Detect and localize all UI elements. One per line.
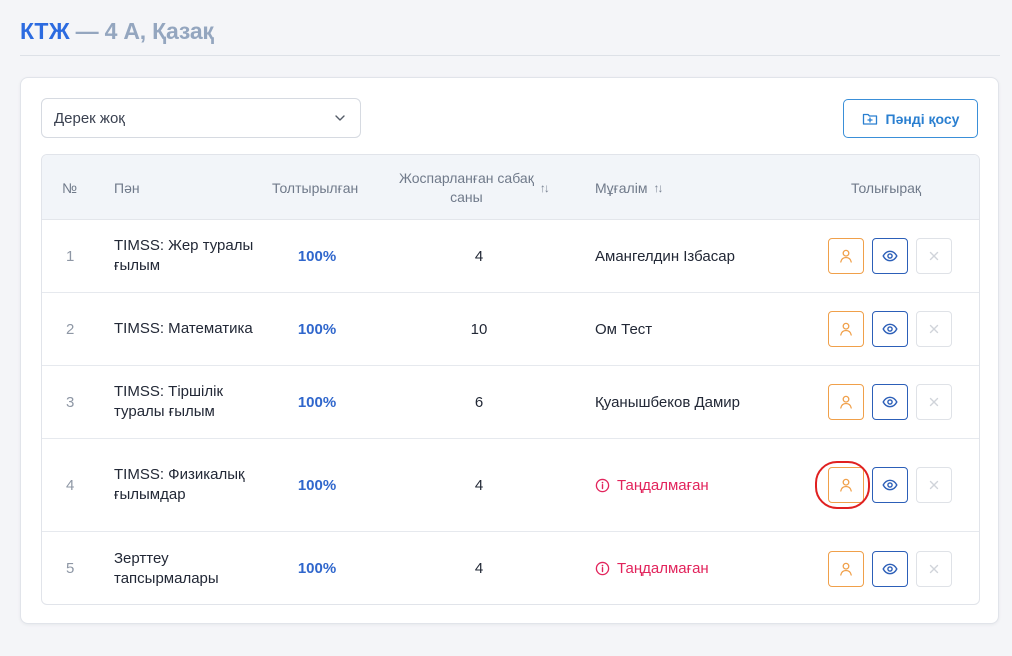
table-header: № Пән Толтырылған Жоспарланған сабақ сан…	[42, 155, 979, 220]
header-teacher[interactable]: Мұғалім ↑↓	[595, 155, 663, 220]
planned-count: 4	[474, 560, 484, 577]
view-button[interactable]	[872, 550, 908, 587]
row-actions	[828, 366, 952, 438]
user-icon	[840, 322, 852, 336]
delete-button[interactable]	[916, 238, 952, 274]
close-icon	[929, 251, 939, 261]
add-subject-button[interactable]: Пәнді қосу	[843, 99, 978, 138]
row-actions	[828, 220, 952, 292]
row-number: 2	[66, 320, 75, 338]
chevron-down-icon	[335, 115, 345, 121]
header-teacher-label: Мұғалім	[595, 179, 648, 196]
subject-name: TIMSS: Тіршілік туралы ғылым	[114, 383, 224, 420]
close-icon	[929, 480, 939, 490]
teacher-name: Қуанышбеков Дамир	[595, 393, 741, 411]
sort-icon[interactable]: ↑↓	[540, 181, 550, 195]
teacher-name: Таңдалмаған	[617, 476, 709, 494]
header-folder: Толығырақ	[851, 179, 922, 196]
teacher-cell: Ом Тест	[595, 293, 652, 365]
subject-name: TIMSS: Математика	[114, 320, 253, 337]
close-icon	[929, 397, 939, 407]
row-actions	[828, 293, 952, 365]
view-button[interactable]	[872, 238, 908, 274]
close-icon	[929, 564, 939, 573]
planned-count: 4	[474, 247, 484, 265]
delete-button[interactable]	[916, 550, 952, 587]
row-number: 3	[66, 393, 75, 411]
delete-button[interactable]	[916, 384, 952, 420]
assign-teacher-button[interactable]	[828, 238, 864, 274]
sort-icon[interactable]: ↑↓	[653, 181, 663, 195]
row-actions	[828, 532, 952, 604]
header-planned[interactable]: Жоспарланған сабақ саны ↑↓	[399, 155, 559, 220]
teacher-name: Ом Тест	[595, 320, 653, 338]
row-number: 5	[66, 560, 75, 577]
filled-percent: 100%	[297, 393, 337, 411]
table-row: 3 TIMSS: Тіршілік туралы ғылым 100% 6 Қу…	[42, 366, 979, 439]
subject-name: TIMSS: Физикалық ғылымдар	[114, 466, 245, 503]
header-planned-line1: Жоспарланған сабақ	[399, 169, 534, 186]
subject-name: Зерттеу тапсырмалары	[114, 549, 219, 587]
subjects-table: № Пән Толтырылған Жоспарланған сабақ сан…	[41, 154, 980, 605]
subjects-card: Дерек жоқ Пәнді қосу № Пән Толтырылған Ж…	[20, 77, 999, 624]
filled-percent: 100%	[297, 560, 337, 577]
teacher-cell: Амангелдин Ізбасар	[595, 220, 735, 292]
view-button[interactable]	[872, 467, 908, 503]
data-select[interactable]: Дерек жоқ	[41, 98, 361, 138]
title-divider	[20, 55, 1000, 56]
header-number: №	[62, 179, 78, 196]
assign-teacher-button[interactable]	[828, 467, 864, 503]
user-icon	[840, 395, 852, 409]
assign-teacher-button[interactable]	[828, 550, 864, 587]
delete-button[interactable]	[916, 311, 952, 347]
table-row: 1 TIMSS: Жер туралы ғылым 100% 4 Амангел…	[42, 220, 979, 293]
page-title-class: — 4 А, Қазақ	[75, 18, 214, 44]
teacher-name: Таңдалмаған	[617, 560, 709, 577]
page-title-brand: КТЖ	[20, 18, 70, 44]
row-number: 4	[66, 476, 75, 494]
data-select-value: Дерек жоқ	[54, 109, 125, 127]
page-title: КТЖ — 4 А, Қазақ	[20, 16, 214, 46]
row-actions	[828, 439, 952, 531]
eye-icon	[882, 479, 898, 491]
planned-count: 10	[470, 320, 488, 338]
header-planned-line2: саны	[450, 188, 483, 205]
eye-icon	[882, 250, 898, 262]
header-filled: Толтырылған	[272, 179, 359, 196]
row-number: 1	[66, 247, 75, 265]
table-row: 4 TIMSS: Физикалық ғылымдар 100% 4 Таңда…	[42, 439, 979, 532]
info-circle-icon	[595, 561, 610, 576]
delete-button[interactable]	[916, 467, 952, 503]
teacher-cell: Таңдалмаған	[595, 439, 709, 531]
user-icon	[840, 249, 852, 263]
user-icon	[840, 478, 852, 492]
eye-icon	[882, 396, 898, 408]
filled-percent: 100%	[297, 247, 337, 265]
filled-percent: 100%	[297, 320, 337, 338]
user-icon	[840, 562, 852, 576]
teacher-name: Амангелдин Ізбасар	[595, 247, 735, 265]
assign-teacher-button[interactable]	[828, 384, 864, 420]
planned-count: 6	[474, 393, 484, 411]
eye-icon	[882, 563, 898, 574]
add-subject-label: Пәнді қосу	[885, 110, 960, 127]
eye-icon	[882, 323, 898, 335]
teacher-cell: Таңдалмаған	[595, 532, 709, 604]
info-circle-icon	[595, 478, 610, 492]
assign-teacher-button[interactable]	[828, 311, 864, 347]
folder-plus-icon	[862, 113, 877, 125]
view-button[interactable]	[872, 311, 908, 347]
table-row: 2 TIMSS: Математика 100% 10 Ом Тест	[42, 293, 979, 366]
table-row: 5 Зерттеу тапсырмалары 100% 4 Таңдалмаға…	[42, 532, 979, 604]
header-subject: Пән	[114, 179, 140, 196]
view-button[interactable]	[872, 384, 908, 420]
planned-count: 4	[474, 476, 484, 494]
filled-percent: 100%	[297, 476, 337, 494]
subject-name: TIMSS: Жер туралы ғылым	[114, 237, 254, 274]
teacher-cell: Қуанышбеков Дамир	[595, 366, 740, 438]
close-icon	[929, 324, 939, 334]
